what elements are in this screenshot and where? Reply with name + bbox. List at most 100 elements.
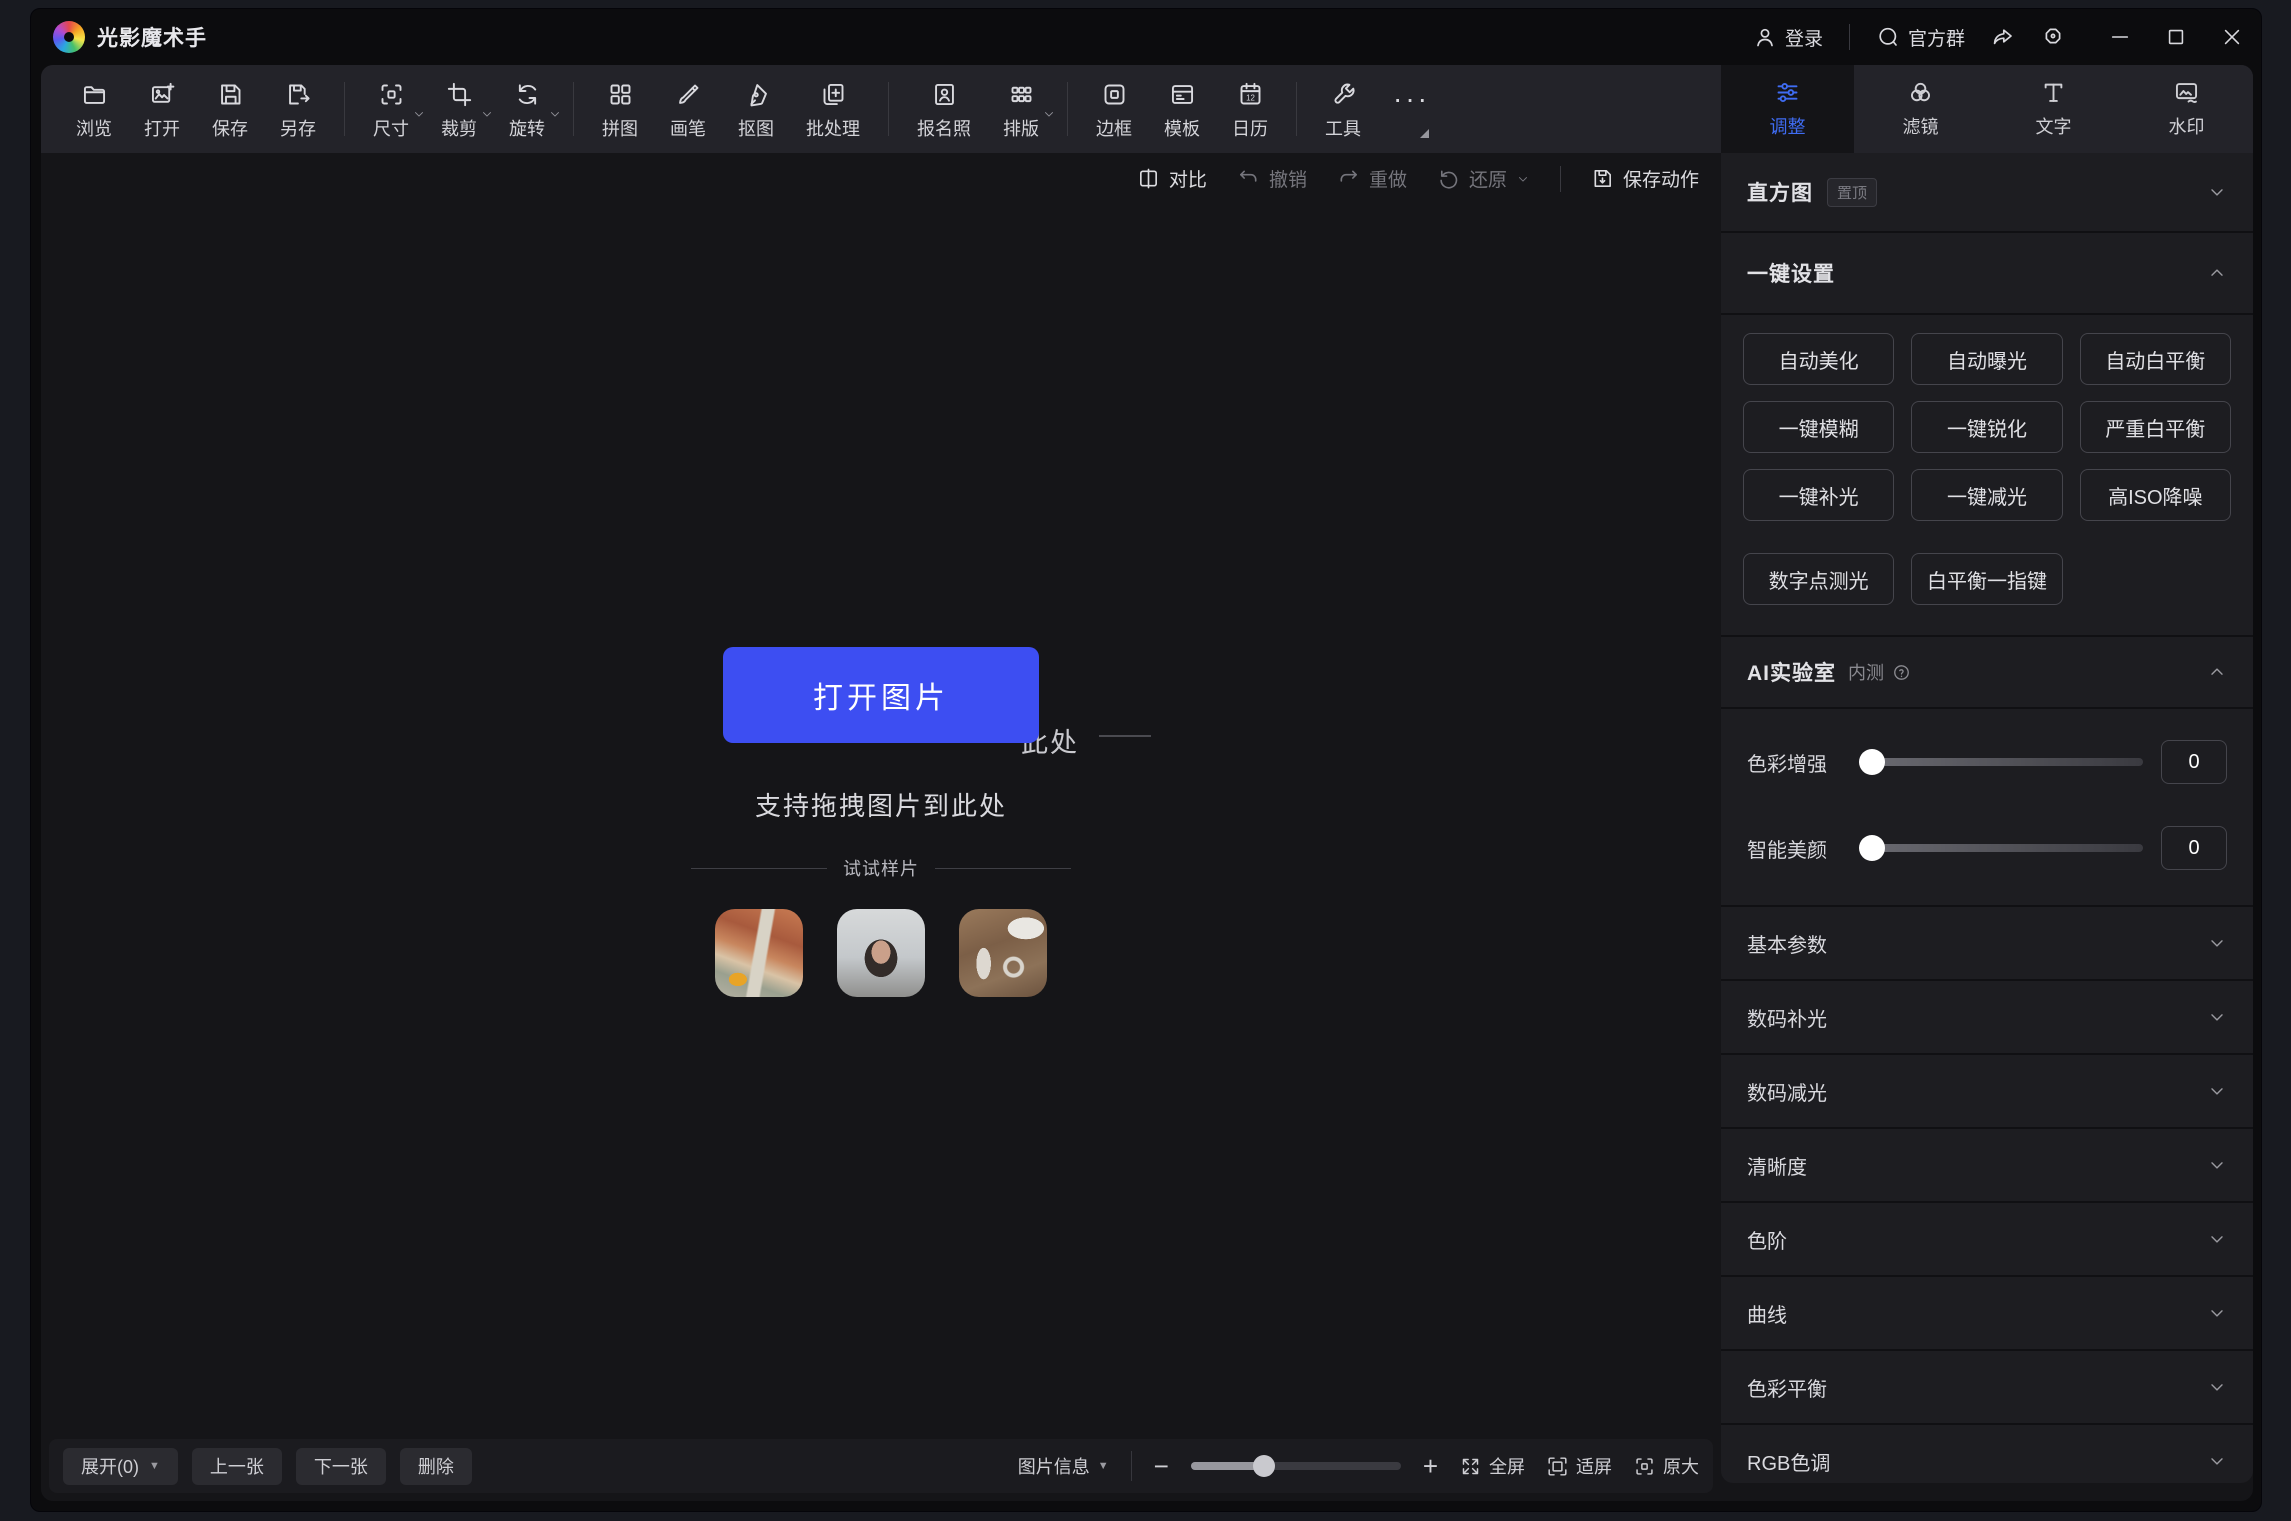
toolbar-size-button[interactable]: 尺寸 bbox=[360, 77, 422, 141]
auto-exposure-button[interactable]: 自动曝光 bbox=[1911, 333, 2062, 385]
chevron-up-icon[interactable] bbox=[2207, 662, 2227, 682]
toolbar-border-button[interactable]: 边框 bbox=[1083, 77, 1145, 141]
one-key-fill-light-button[interactable]: 一键补光 bbox=[1743, 469, 1894, 521]
divider-line bbox=[935, 868, 1071, 869]
official-group-button[interactable]: 官方群 bbox=[1876, 24, 1965, 51]
help-circle-icon[interactable] bbox=[1892, 663, 1911, 682]
toolbar-template-button[interactable]: 模板 bbox=[1151, 77, 1213, 141]
expand-filmstrip-button[interactable]: 展开(0) ▼ bbox=[63, 1448, 178, 1485]
toolbar-collage-button[interactable]: 拼图 bbox=[589, 77, 651, 141]
chevron-down-icon[interactable] bbox=[480, 107, 494, 121]
toolbar-crop-button[interactable]: 裁剪 bbox=[428, 77, 490, 141]
zoom-slider[interactable] bbox=[1191, 1462, 1401, 1470]
one-key-blur-button[interactable]: 一键模糊 bbox=[1743, 401, 1894, 453]
chevron-down-icon[interactable] bbox=[2207, 1377, 2227, 1397]
one-key-sharpen-button[interactable]: 一键锐化 bbox=[1911, 401, 2062, 453]
color-enhance-value[interactable]: 0 bbox=[2161, 740, 2227, 784]
section-levels[interactable]: 色阶 bbox=[1721, 1203, 2253, 1277]
toolbar-layout-button[interactable]: 排版 bbox=[990, 77, 1052, 141]
open-image-button[interactable]: 打开图片 bbox=[723, 647, 1039, 743]
tab-adjust[interactable]: 调整 bbox=[1721, 65, 1854, 153]
tab-watermark[interactable]: 水印 bbox=[2120, 65, 2253, 153]
smart-beauty-value[interactable]: 0 bbox=[2161, 826, 2227, 870]
fullscreen-button[interactable]: 全屏 bbox=[1460, 1453, 1525, 1479]
delete-image-button[interactable]: 删除 bbox=[400, 1448, 472, 1485]
high-iso-denoise-button[interactable]: 高ISO降噪 bbox=[2080, 469, 2231, 521]
toolbar-id-photo-button[interactable]: 报名照 bbox=[904, 77, 984, 141]
chevron-down-icon[interactable] bbox=[548, 107, 562, 121]
save-action-button[interactable]: 保存动作 bbox=[1591, 165, 1699, 192]
chevron-down-icon[interactable] bbox=[2207, 1451, 2227, 1471]
share-button[interactable] bbox=[1991, 25, 2015, 49]
minimize-button[interactable] bbox=[2109, 26, 2131, 48]
redo-button[interactable]: 重做 bbox=[1337, 165, 1407, 192]
previous-image-button[interactable]: 上一张 bbox=[192, 1448, 282, 1485]
smart-beauty-slider-handle[interactable] bbox=[1859, 835, 1885, 861]
one-key-dim-light-button[interactable]: 一键减光 bbox=[1911, 469, 2062, 521]
maximize-button[interactable] bbox=[2165, 26, 2187, 48]
digital-spot-metering-button[interactable]: 数字点测光 bbox=[1743, 553, 1894, 605]
chevron-down-icon[interactable] bbox=[2207, 1081, 2227, 1101]
zoom-slider-handle[interactable] bbox=[1253, 1455, 1275, 1477]
image-info-button[interactable]: 图片信息 ▼ bbox=[1018, 1453, 1109, 1479]
smart-beauty-slider[interactable] bbox=[1863, 844, 2143, 852]
compare-label: 对比 bbox=[1169, 165, 1207, 192]
toolbar-open-button[interactable]: 打开 bbox=[131, 77, 193, 141]
section-basic-params[interactable]: 基本参数 bbox=[1721, 907, 2253, 981]
toolbar-tools-button[interactable]: 工具 bbox=[1312, 77, 1374, 141]
sample-thumb-desk-flatlay[interactable] bbox=[959, 909, 1047, 997]
chevron-down-icon[interactable] bbox=[1516, 172, 1530, 186]
chevron-down-icon[interactable] bbox=[2207, 1007, 2227, 1027]
section-digital-dim-light[interactable]: 数码减光 bbox=[1721, 1055, 2253, 1129]
login-button[interactable]: 登录 bbox=[1753, 24, 1823, 51]
chevron-down-icon[interactable] bbox=[2207, 182, 2227, 202]
chevron-down-icon[interactable] bbox=[2207, 1155, 2227, 1175]
toolbar-brush-button[interactable]: 画笔 bbox=[657, 77, 719, 141]
section-curves[interactable]: 曲线 bbox=[1721, 1277, 2253, 1351]
toolbar-calendar-button[interactable]: 12 日历 bbox=[1219, 77, 1281, 141]
official-group-label: 官方群 bbox=[1908, 24, 1965, 51]
compare-button[interactable]: 对比 bbox=[1137, 165, 1207, 192]
ai-lab-section-header[interactable]: AI实验室 内测 bbox=[1721, 637, 2253, 709]
chevron-down-icon[interactable] bbox=[1042, 107, 1056, 121]
toolbar-save-as-button[interactable]: 另存 bbox=[267, 77, 329, 141]
toolbar-label: 另存 bbox=[280, 115, 316, 141]
toolbar-batch-button[interactable]: 批处理 bbox=[793, 77, 873, 141]
tab-text[interactable]: 文字 bbox=[1987, 65, 2120, 153]
section-rgb-tone[interactable]: RGB色调 bbox=[1721, 1425, 2253, 1483]
zoom-out-button[interactable]: − bbox=[1154, 1453, 1169, 1479]
chevron-down-icon[interactable] bbox=[2207, 1229, 2227, 1249]
toolbar-browse-button[interactable]: 浏览 bbox=[63, 77, 125, 141]
severe-white-balance-button[interactable]: 严重白平衡 bbox=[2080, 401, 2231, 453]
zoom-in-button[interactable]: + bbox=[1423, 1453, 1438, 1479]
close-button[interactable] bbox=[2221, 26, 2243, 48]
sample-thumb-smiling-woman[interactable] bbox=[837, 909, 925, 997]
toolbar-save-button[interactable]: 保存 bbox=[199, 77, 261, 141]
color-enhance-slider-handle[interactable] bbox=[1859, 749, 1885, 775]
chevron-down-icon[interactable] bbox=[2207, 933, 2227, 953]
toolbar-more-button[interactable]: ··· bbox=[1380, 81, 1443, 138]
section-color-balance[interactable]: 色彩平衡 bbox=[1721, 1351, 2253, 1425]
tab-filter[interactable]: 滤镜 bbox=[1854, 65, 1987, 153]
color-enhance-slider[interactable] bbox=[1863, 758, 2143, 766]
section-digital-fill-light[interactable]: 数码补光 bbox=[1721, 981, 2253, 1055]
undo-button[interactable]: 撤销 bbox=[1237, 165, 1307, 192]
settings-button[interactable] bbox=[2041, 25, 2065, 49]
restore-button[interactable]: 还原 bbox=[1437, 165, 1530, 192]
toolbar-cutout-button[interactable]: 抠图 bbox=[725, 77, 787, 141]
fit-screen-button[interactable]: 适屏 bbox=[1547, 1453, 1612, 1479]
section-clarity[interactable]: 清晰度 bbox=[1721, 1129, 2253, 1203]
next-image-button[interactable]: 下一张 bbox=[296, 1448, 386, 1485]
chevron-up-icon[interactable] bbox=[2207, 263, 2227, 283]
one-key-section-header[interactable]: 一键设置 bbox=[1721, 233, 2253, 315]
original-size-button[interactable]: 原大 bbox=[1634, 1453, 1699, 1479]
auto-beautify-button[interactable]: 自动美化 bbox=[1743, 333, 1894, 385]
auto-white-balance-button[interactable]: 自动白平衡 bbox=[2080, 333, 2231, 385]
histogram-section-header[interactable]: 直方图 置顶 bbox=[1721, 153, 2253, 233]
toolbar-rotate-button[interactable]: 旋转 bbox=[496, 77, 558, 141]
pin-top-badge[interactable]: 置顶 bbox=[1827, 178, 1877, 207]
sample-thumb-canyon-road-bus[interactable] bbox=[715, 909, 803, 997]
chevron-down-icon[interactable] bbox=[412, 107, 426, 121]
chevron-down-icon[interactable] bbox=[2207, 1303, 2227, 1323]
white-balance-one-touch-button[interactable]: 白平衡一指键 bbox=[1911, 553, 2062, 605]
